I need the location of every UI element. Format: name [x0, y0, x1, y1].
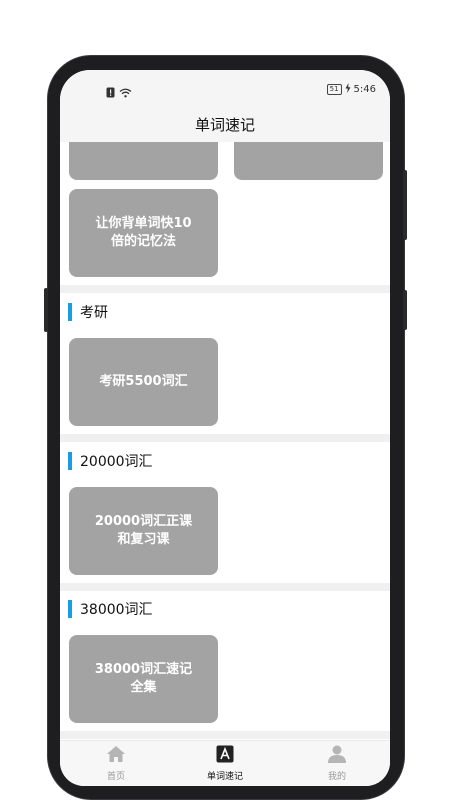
wifi-icon [119, 83, 132, 102]
section-divider [60, 434, 390, 442]
charging-icon [345, 83, 351, 96]
course-card[interactable]: 20000词汇正课 和复习课 [69, 487, 218, 575]
tab-label: 首页 [106, 772, 125, 782]
bottom-tab-bar: 首页 单词速记 我的 [60, 740, 390, 786]
course-card[interactable]: 考研5500词汇 [69, 338, 218, 426]
tab-word-memory[interactable]: 单词速记 [185, 745, 265, 782]
section-divider [60, 731, 390, 739]
home-icon [106, 745, 126, 767]
person-icon [327, 745, 347, 767]
course-card[interactable] [69, 142, 218, 180]
section-header-20000: 20000词汇 [68, 451, 153, 471]
section-header-38000: 38000词汇 [68, 599, 153, 619]
tab-home[interactable]: 首页 [76, 745, 156, 782]
section-title: 20000词汇 [80, 454, 153, 470]
tab-label: 我的 [327, 772, 346, 782]
course-list[interactable]: 让你背单词快10 倍的记忆法 考研 考研5500词汇 20000词汇 20000… [60, 142, 390, 740]
course-card[interactable] [234, 142, 383, 180]
volume-button [44, 288, 48, 332]
section-header-kaoyan: 考研 [68, 302, 108, 322]
app-screen: 51 5:46 单词速记 让你背单词快10 倍的记忆法 考研 考研5500词汇 … [60, 70, 390, 786]
status-bar: 51 5:46 [60, 70, 390, 106]
tab-mine[interactable]: 我的 [297, 745, 377, 782]
section-divider [60, 583, 390, 591]
side-button [403, 290, 407, 330]
page-title: 单词速记 [60, 106, 390, 142]
section-accent-bar [68, 452, 72, 470]
tab-label: 单词速记 [206, 772, 243, 782]
section-title: 38000词汇 [80, 602, 153, 618]
section-title: 考研 [80, 305, 108, 321]
letter-a-icon [216, 745, 234, 767]
section-divider [60, 285, 390, 293]
clock: 5:46 [353, 84, 376, 95]
course-card[interactable]: 38000词汇速记 全集 [69, 635, 218, 723]
course-card[interactable]: 让你背单词快10 倍的记忆法 [69, 189, 218, 277]
section-accent-bar [68, 600, 72, 618]
power-button [403, 170, 407, 240]
section-accent-bar [68, 303, 72, 321]
sim-alert-icon [106, 83, 115, 102]
battery-indicator: 51 [326, 84, 342, 95]
